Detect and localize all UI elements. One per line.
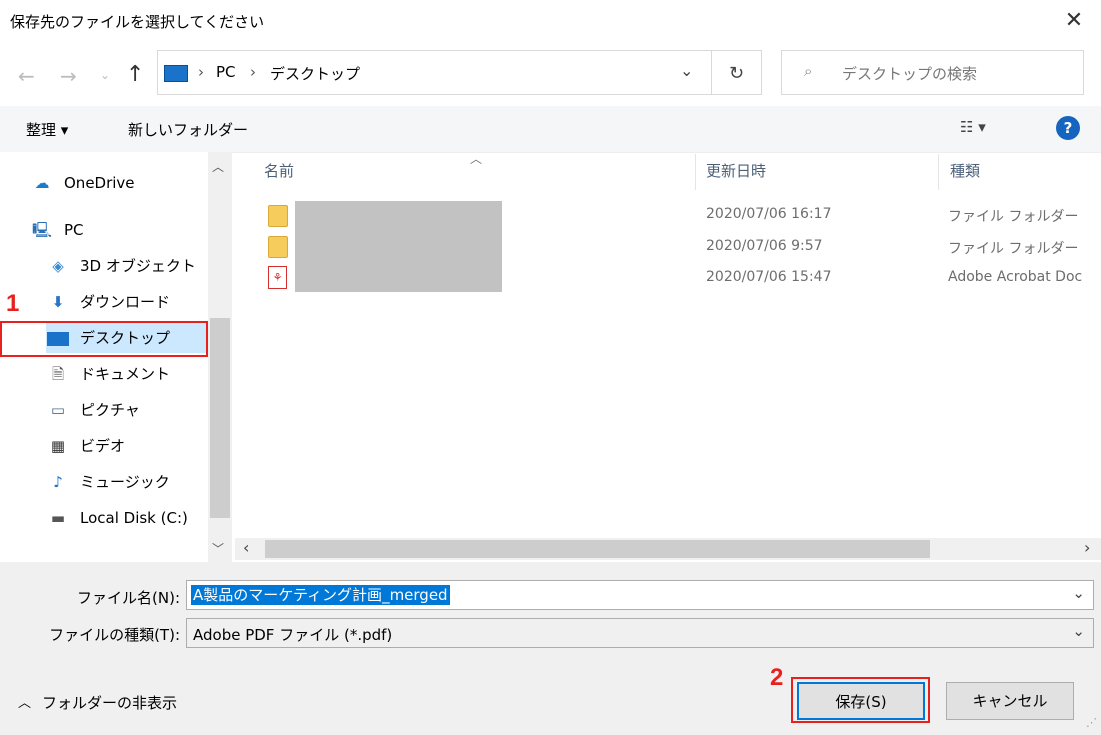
toolbar: 整理 ▾ 新しいフォルダー ☷ ▾ ?	[0, 106, 1101, 153]
window-title: 保存先のファイルを選択してください	[10, 13, 265, 31]
filetype-value[interactable]: Adobe PDF ファイル (*.pdf)	[193, 624, 392, 645]
music-icon: ♪	[53, 473, 63, 491]
chevron-down-icon[interactable]: ⌄	[680, 61, 693, 80]
breadcrumb-desktop[interactable]: デスクトップ	[270, 63, 360, 84]
navigation-pane	[0, 152, 232, 562]
horizontal-scroll-thumb[interactable]	[265, 540, 930, 558]
back-icon[interactable]: ←	[18, 64, 35, 88]
filename-label: ファイル名(N):	[77, 589, 180, 607]
cancel-button[interactable]: キャンセル	[946, 682, 1074, 720]
crumb-separator: ›	[250, 63, 256, 81]
redacted-filenames	[295, 201, 502, 292]
help-icon[interactable]: ?	[1056, 116, 1080, 140]
sidebar-item-label: 3D オブジェクト	[80, 257, 196, 275]
sidebar-scroll-thumb[interactable]	[210, 318, 230, 518]
cloud-icon: ☁	[34, 174, 50, 192]
computer-icon: 🖳	[31, 221, 52, 239]
close-icon[interactable]: ✕	[1061, 8, 1087, 34]
sort-ascending-icon: ︿	[470, 152, 483, 166]
file-row-date[interactable]: 2020/07/06 9:57	[706, 238, 823, 254]
sidebar-item-onedrive[interactable]: ☁ OneDrive	[30, 168, 135, 198]
highlight-box-desktop	[0, 321, 208, 357]
new-folder-button[interactable]: 新しいフォルダー	[128, 119, 248, 140]
video-icon: ▦	[50, 437, 66, 455]
crumb-separator: ›	[198, 63, 204, 81]
recent-dropdown-icon[interactable]: ⌄	[100, 68, 110, 82]
sidebar-item-label: ドキュメント	[80, 365, 171, 383]
sidebar-item-downloads[interactable]: ⬇ ダウンロード	[46, 287, 170, 317]
annotation-step-1: 1	[6, 290, 20, 317]
chevron-down-icon[interactable]: ⌄	[1072, 622, 1085, 640]
highlight-box-save	[791, 677, 930, 723]
column-divider[interactable]	[695, 154, 696, 190]
column-header-type[interactable]: 種類	[950, 160, 980, 181]
chevron-up-icon[interactable]: ︿	[18, 692, 31, 711]
scroll-right-icon[interactable]: ›	[1084, 538, 1090, 557]
sidebar-item-label: OneDrive	[64, 174, 135, 192]
organize-button[interactable]: 整理 ▾	[26, 119, 68, 140]
resize-grip-icon[interactable]: ⋰	[1086, 716, 1097, 729]
column-header-name[interactable]: 名前	[264, 160, 294, 181]
document-icon: 🗎	[51, 365, 65, 383]
file-row-date[interactable]: 2020/07/06 16:17	[706, 206, 832, 222]
refresh-icon[interactable]: ↻	[712, 50, 762, 95]
cube-icon: ◈	[52, 257, 64, 275]
scroll-down-icon[interactable]: ﹀	[212, 540, 224, 557]
sidebar-item-pc[interactable]: 🖳 PC	[30, 215, 84, 245]
sidebar-item-videos[interactable]: ▦ ビデオ	[46, 431, 125, 461]
sidebar-item-label: ミュージック	[80, 473, 170, 491]
sidebar-item-documents[interactable]: 🗎 ドキュメント	[46, 359, 170, 389]
up-icon[interactable]: ↑	[126, 62, 144, 87]
address-bar[interactable]: › PC › デスクトップ ⌄	[157, 50, 712, 95]
file-row-type[interactable]: ファイル フォルダー	[948, 238, 1078, 258]
sidebar-item-music[interactable]: ♪ ミュージック	[46, 467, 170, 497]
sidebar-item-label: ダウンロード	[80, 293, 171, 311]
sidebar-item-label: Local Disk (C:)	[80, 509, 188, 527]
column-header-modified[interactable]: 更新日時	[706, 160, 766, 181]
filename-field[interactable]: A製品のマーケティング計画_merged ⌄	[186, 580, 1094, 610]
filetype-select[interactable]: Adobe PDF ファイル (*.pdf) ⌄	[186, 618, 1094, 648]
folder-icon[interactable]	[268, 236, 288, 258]
column-divider[interactable]	[938, 154, 939, 190]
search-icon: ⌕	[804, 62, 813, 80]
pdf-icon[interactable]: ⚘	[268, 266, 287, 289]
forward-icon[interactable]: →	[60, 64, 77, 88]
view-options-icon[interactable]: ☷ ▾	[960, 118, 986, 136]
disk-icon: ▬	[50, 509, 66, 527]
scroll-left-icon[interactable]: ‹	[243, 538, 249, 557]
annotation-step-2: 2	[770, 664, 784, 691]
sidebar-item-3d-objects[interactable]: ◈ 3D オブジェクト	[46, 251, 196, 281]
picture-icon: ▭	[50, 401, 66, 419]
filetype-label: ファイルの種類(T):	[49, 626, 180, 644]
file-row-date[interactable]: 2020/07/06 15:47	[706, 269, 832, 285]
sidebar-item-local-disk[interactable]: ▬ Local Disk (C:)	[46, 503, 188, 533]
desktop-icon	[164, 65, 188, 82]
download-icon: ⬇	[51, 293, 65, 311]
breadcrumb-pc[interactable]: PC	[216, 63, 236, 81]
sidebar-item-label: PC	[64, 221, 84, 239]
file-row-type[interactable]: Adobe Acrobat Doc	[948, 269, 1082, 285]
sidebar-item-pictures[interactable]: ▭ ピクチャ	[46, 395, 140, 425]
search-box[interactable]: ⌕ デスクトップの検索	[781, 50, 1084, 95]
sidebar-item-label: ビデオ	[80, 437, 126, 455]
folder-icon[interactable]	[268, 205, 288, 227]
hide-folders-toggle[interactable]: フォルダーの非表示	[42, 692, 177, 713]
file-row-type[interactable]: ファイル フォルダー	[948, 206, 1078, 226]
chevron-down-icon[interactable]: ⌄	[1072, 584, 1085, 602]
sidebar-item-label: ピクチャ	[80, 401, 140, 419]
filename-input[interactable]: A製品のマーケティング計画_merged	[191, 585, 450, 605]
search-placeholder[interactable]: デスクトップの検索	[842, 63, 977, 84]
scroll-up-icon[interactable]: ︿	[212, 158, 224, 175]
